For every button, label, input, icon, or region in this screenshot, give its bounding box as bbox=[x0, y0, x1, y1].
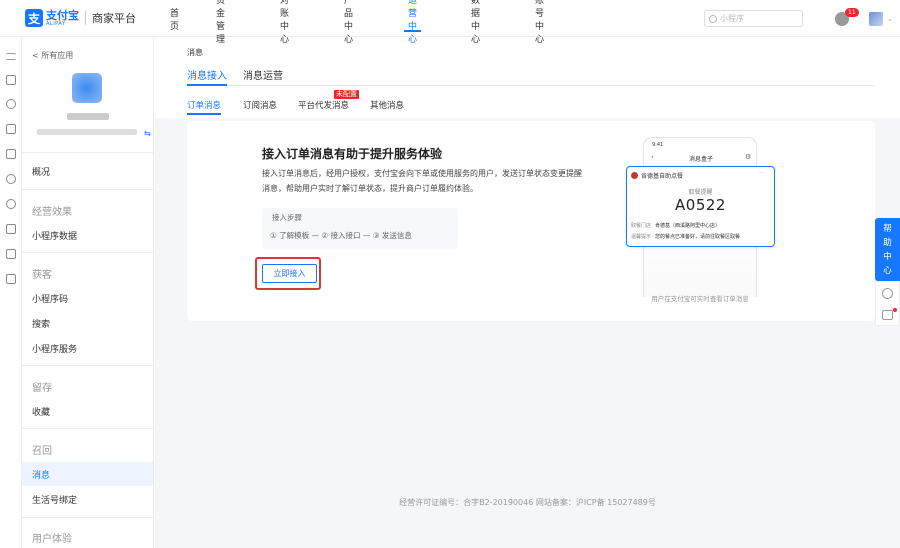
report-icon[interactable] bbox=[6, 274, 16, 284]
tab-order-message[interactable]: 订单消息 bbox=[187, 99, 222, 115]
sidebar-divider bbox=[22, 428, 153, 429]
store-value: 肯德基（西溪路阿里中心店） bbox=[655, 223, 721, 229]
tab-message-access[interactable]: 消息接入 bbox=[187, 67, 227, 86]
search-icon bbox=[709, 14, 717, 23]
location-icon[interactable] bbox=[6, 199, 16, 209]
order-message-card: 接入订单消息有助于提升服务体验 接入订单消息后，经用户授权，支付宝会向下单或使用… bbox=[187, 121, 875, 321]
back-to-all-apps-link[interactable]: < 所有应用 bbox=[32, 50, 73, 61]
sidebar-group-acquire: 获客 bbox=[32, 270, 52, 281]
topnav-account[interactable]: 账号中心 bbox=[535, 0, 544, 45]
tab-platform-message[interactable]: 平台代发消息 bbox=[298, 99, 349, 111]
feedback-icon[interactable] bbox=[882, 310, 893, 320]
sidebar-group-recall: 召回 bbox=[32, 446, 52, 457]
access-now-button[interactable]: 立即接入 bbox=[262, 264, 317, 283]
brand-logo-group[interactable]: 支 支付宝 ALIPAY 商家平台 bbox=[25, 9, 136, 27]
phone-status-time: 9:41 bbox=[652, 142, 664, 148]
gear-icon: ⚙ bbox=[745, 153, 752, 161]
sidebar-divider bbox=[22, 189, 153, 190]
list-icon[interactable] bbox=[6, 249, 16, 259]
shop-logo-icon bbox=[631, 172, 638, 179]
access-steps: 接入步骤 ① 了解模板 — ② 接入接口 — ③ 发送信息 bbox=[262, 208, 458, 249]
secondary-tabs: 订单消息 订阅消息 平台代发消息 未配置 其他消息 bbox=[187, 90, 875, 116]
store-row: 取餐门店 肯德基（西溪路阿里中心店） bbox=[631, 222, 720, 229]
tip-value: 您的餐点已准备好，请前往取餐区取餐 bbox=[655, 234, 741, 240]
steps-title: 接入步骤 bbox=[272, 213, 302, 222]
brand-name-cn: 支付宝 bbox=[46, 8, 79, 22]
sidebar-item-message[interactable]: 消息 bbox=[22, 462, 153, 486]
topnav-home[interactable]: 首页 bbox=[170, 0, 179, 37]
help-center-label: 帮助中心 bbox=[883, 224, 892, 276]
card-title: 接入订单消息有助于提升服务体验 bbox=[262, 147, 443, 161]
target-icon[interactable] bbox=[6, 99, 16, 109]
alipay-logo-icon: 支 bbox=[25, 9, 43, 27]
pickup-label: 取餐提醒 bbox=[688, 189, 713, 196]
sidebar-group-user-exp: 用户体验 bbox=[32, 534, 72, 545]
sidebar-item-search[interactable]: 搜索 bbox=[22, 311, 153, 335]
avatar[interactable] bbox=[869, 12, 883, 26]
topnav-products[interactable]: 产品中心 bbox=[344, 0, 353, 45]
card-icon[interactable] bbox=[6, 224, 16, 234]
steps-list: ① 了解模板 — ② 接入接口 — ③ 发送信息 bbox=[270, 231, 412, 240]
feedback-dot bbox=[893, 308, 897, 312]
icon-rail bbox=[0, 37, 22, 548]
sidebar-item-mini-code[interactable]: 小程序码 bbox=[22, 286, 153, 310]
search-placeholder: 小程序 bbox=[720, 14, 744, 23]
brand-name-en: ALIPAY bbox=[46, 20, 66, 27]
brand-wordmark: 支付宝 ALIPAY bbox=[46, 10, 79, 27]
top-bar: 支 支付宝 ALIPAY 商家平台 首页 资金管理 对账中心 产品中心 运营中心… bbox=[0, 0, 900, 45]
store-label: 取餐门店 bbox=[631, 223, 652, 229]
breadcrumb: 消息 bbox=[187, 48, 203, 57]
footer-license: 经营许可证编号：合字B2-20190046 网站备案：沪ICP备 1502748… bbox=[399, 498, 656, 507]
sidebar-item-life-bind[interactable]: 生活号绑定 bbox=[22, 487, 153, 511]
phone-message-card: 肯德基自助点餐 ··· 取餐提醒 A0522 取餐门店 肯德基（西溪路阿里中心店）… bbox=[626, 166, 775, 247]
sidebar-item-overview[interactable]: 概况 bbox=[22, 159, 153, 183]
sidebar-divider bbox=[22, 517, 153, 518]
sidebar: < 所有应用 ⇆ 概况 经营效果 小程序数据 获客 小程序码 搜索 小程序服务 … bbox=[22, 37, 154, 548]
topnav-reconcile[interactable]: 对账中心 bbox=[280, 0, 289, 45]
platform-title: 商家平台 bbox=[92, 12, 136, 25]
menu-icon[interactable] bbox=[6, 53, 16, 60]
card-description: 接入订单消息后，经用户授权，支付宝会向下单或使用服务的用户，发送订单状态变更提醒… bbox=[262, 169, 582, 193]
app-id-redacted bbox=[37, 129, 137, 135]
sidebar-group-operation: 经营效果 bbox=[32, 207, 72, 218]
app-avatar bbox=[72, 73, 102, 103]
switch-app-icon[interactable]: ⇆ bbox=[144, 129, 151, 138]
topnav-funds[interactable]: 资金管理 bbox=[216, 0, 225, 45]
sidebar-group-retain: 留存 bbox=[32, 383, 52, 394]
dashboard-icon[interactable] bbox=[6, 75, 16, 85]
search-input[interactable]: 小程序 bbox=[704, 10, 803, 27]
phone-caption: 用户在支付宝可实时查看订单消息 bbox=[651, 295, 749, 303]
primary-tabs: 消息接入 消息运营 bbox=[187, 60, 875, 86]
help-tools bbox=[875, 281, 900, 326]
sidebar-divider bbox=[22, 365, 153, 366]
sidebar-divider bbox=[22, 152, 153, 153]
shop-icon[interactable] bbox=[6, 149, 16, 159]
sidebar-item-mini-data[interactable]: 小程序数据 bbox=[22, 223, 153, 247]
cube-icon[interactable] bbox=[6, 174, 16, 184]
more-icon: ··· bbox=[759, 170, 765, 177]
tip-label: 温馨提示 bbox=[631, 234, 652, 240]
tab-subscribe-message[interactable]: 订阅消息 bbox=[243, 99, 277, 111]
headset-icon[interactable] bbox=[882, 288, 893, 299]
tab-other-message[interactable]: 其他消息 bbox=[370, 99, 404, 111]
topnav-operations[interactable]: 运营中心 bbox=[403, 0, 422, 45]
sidebar-item-mini-service[interactable]: 小程序服务 bbox=[22, 336, 153, 360]
notification-badge: 11 bbox=[845, 8, 859, 17]
shop-name: 肯德基自助点餐 bbox=[641, 173, 684, 180]
sidebar-divider bbox=[22, 252, 153, 253]
brand-divider bbox=[85, 11, 86, 25]
app-name-redacted bbox=[67, 113, 109, 120]
phone-title: 消息盒子 bbox=[688, 156, 713, 163]
tab-message-operation[interactable]: 消息运营 bbox=[243, 67, 283, 82]
tip-row: 温馨提示 您的餐点已准备好，请前往取餐区取餐 bbox=[631, 233, 740, 240]
topnav-data[interactable]: 数据中心 bbox=[471, 0, 480, 45]
chevron-down-icon[interactable]: ⌄ bbox=[887, 15, 893, 23]
sidebar-item-favorite[interactable]: 收藏 bbox=[22, 399, 153, 423]
help-center-button[interactable]: 帮助中心 bbox=[875, 218, 900, 281]
document-icon[interactable] bbox=[6, 124, 16, 134]
pickup-code: A0522 bbox=[675, 196, 726, 214]
status-badge: 未配置 bbox=[334, 90, 359, 99]
